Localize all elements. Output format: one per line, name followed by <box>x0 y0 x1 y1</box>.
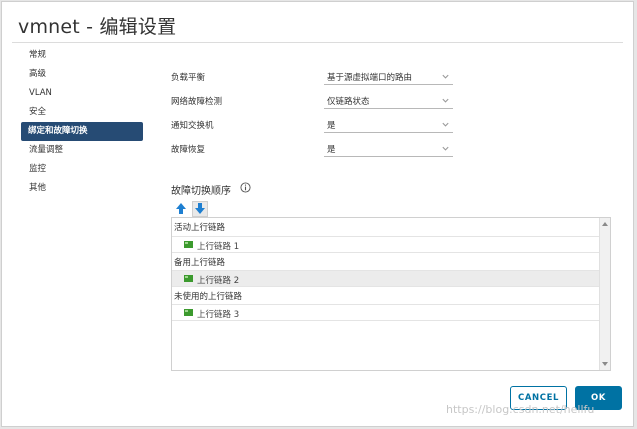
load-balancing-value: 基于源虚拟端口的路由 <box>327 73 413 83</box>
uplink-label: 上行链路 2 <box>197 276 240 286</box>
sidebar-item-advanced[interactable]: 高级 <box>20 65 150 84</box>
sidebar-item-teaming-failover[interactable]: 绑定和故障切换 <box>21 122 143 141</box>
failover-order-list[interactable]: 活动上行链路 上行链路 1 备用上行链路 上行链路 2 未使用的上行链路 上行链… <box>171 217 611 371</box>
network-failure-detection-label: 网络故障检测 <box>171 97 223 107</box>
chevron-down-icon <box>442 74 449 79</box>
uplink-icon <box>184 309 193 316</box>
sidebar-item-security[interactable]: 安全 <box>20 103 150 122</box>
sidebar-item-vlan[interactable]: VLAN <box>20 84 150 103</box>
sidebar-item-monitoring[interactable]: 监控 <box>20 160 150 179</box>
uplink-label: 上行链路 1 <box>197 242 240 252</box>
info-icon[interactable] <box>240 182 251 193</box>
uplink-label: 上行链路 3 <box>197 310 240 320</box>
standby-uplinks-header: 备用上行链路 <box>174 258 226 268</box>
uplink-row-active[interactable]: 上行链路 1 <box>172 236 601 253</box>
edit-settings-dialog: vmnet - 编辑设置 常规 高级 VLAN 安全 绑定和故障切换 流量调整 … <box>1 1 634 427</box>
unused-uplinks-header: 未使用的上行链路 <box>174 292 243 302</box>
failover-order-title: 故障切换顺序 <box>171 186 231 197</box>
uplink-icon <box>184 275 193 282</box>
list-scrollbar[interactable] <box>599 218 610 370</box>
notify-switches-label: 通知交换机 <box>171 121 214 131</box>
sidebar-item-general[interactable]: 常规 <box>20 46 150 65</box>
failback-label: 故障恢复 <box>171 145 206 155</box>
network-failure-detection-select[interactable]: 仅链路状态 <box>324 93 453 109</box>
settings-sidebar: 常规 高级 VLAN 安全 绑定和故障切换 流量调整 监控 其他 <box>20 46 150 198</box>
sidebar-item-miscellaneous[interactable]: 其他 <box>20 179 150 198</box>
uplink-icon <box>184 241 193 248</box>
scroll-up-arrow-icon[interactable] <box>602 222 608 226</box>
chevron-down-icon <box>442 98 449 103</box>
load-balancing-select[interactable]: 基于源虚拟端口的路由 <box>324 69 453 85</box>
scroll-down-arrow-icon[interactable] <box>602 362 608 366</box>
move-up-icon[interactable] <box>173 201 189 217</box>
watermark: https://blog.csdn.net/hellfu <box>446 403 595 416</box>
load-balancing-label: 负载平衡 <box>171 73 206 83</box>
sidebar-item-traffic-shaping[interactable]: 流量调整 <box>20 141 150 160</box>
failback-select[interactable]: 是 <box>324 141 453 157</box>
chevron-down-icon <box>442 122 449 127</box>
notify-switches-value: 是 <box>327 121 336 131</box>
active-uplinks-header: 活动上行链路 <box>174 223 226 233</box>
failback-value: 是 <box>327 145 336 155</box>
notify-switches-select[interactable]: 是 <box>324 117 453 133</box>
network-failure-detection-value: 仅链路状态 <box>327 97 370 107</box>
uplink-row-unused[interactable]: 上行链路 3 <box>172 304 601 321</box>
chevron-down-icon <box>442 146 449 151</box>
uplink-row-standby[interactable]: 上行链路 2 <box>172 270 601 287</box>
title-divider <box>12 42 623 43</box>
move-down-icon[interactable] <box>192 201 208 217</box>
dialog-title: vmnet - 编辑设置 <box>18 16 177 38</box>
